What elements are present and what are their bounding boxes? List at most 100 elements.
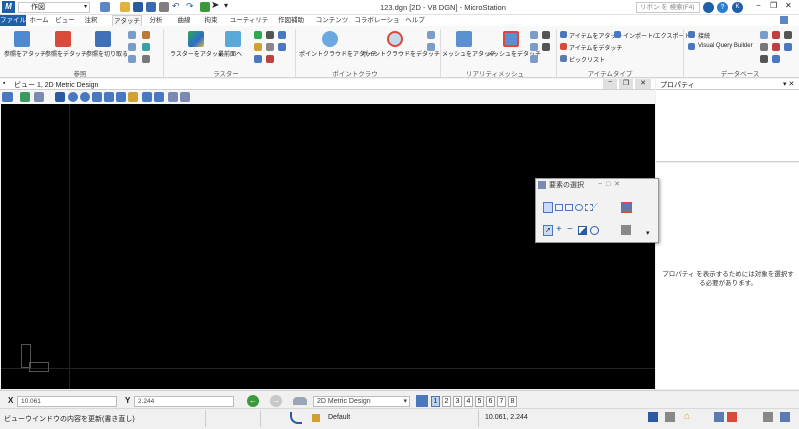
properties-panel-controls[interactable]: ▾ ✕ [783,80,794,88]
detach-item-button[interactable]: アイテムをデタッチ [569,43,622,52]
tab-home[interactable]: ホーム [28,15,50,26]
block-select-icon[interactable] [555,204,563,211]
line-drag-icon[interactable]: ⟋ [593,203,598,211]
reference-tool-icon[interactable] [128,31,136,39]
clear-selection-icon[interactable] [621,202,632,213]
reference-tool-icon[interactable] [142,55,150,63]
view-button-3[interactable]: 3 [453,396,462,407]
subtract-selection-icon[interactable]: − [567,224,573,235]
back-arrow-icon[interactable]: ← [247,395,259,407]
snap-mode-icon[interactable] [714,412,724,422]
minimize-button[interactable]: − [756,1,761,10]
view-button-7[interactable]: 7 [497,396,506,407]
raster-tool-icon[interactable] [266,43,274,51]
raster-tool-icon[interactable] [254,55,262,63]
database-tool-icon[interactable] [784,43,792,51]
select-all-icon[interactable] [590,226,599,235]
update-view-icon[interactable] [55,92,65,102]
ribbon-search-icon[interactable] [703,2,714,13]
forward-arrow-icon[interactable]: → [270,395,282,407]
selection-dialog-window-controls[interactable]: − □ ✕ [598,180,620,188]
detach-reference-button[interactable]: 参照をデタッチ [45,49,87,58]
home-icon[interactable]: ⌂ [684,411,690,422]
copy-view-icon[interactable] [168,92,178,102]
view-next-icon[interactable] [154,92,164,102]
print-icon[interactable] [159,2,169,12]
individual-select-icon[interactable] [543,202,553,213]
tab-view[interactable]: ビュー [54,15,76,26]
tab-annotate[interactable]: 注釈 [80,15,102,26]
attach-raster-button[interactable]: ラスターをアタッチ [170,49,224,58]
new-selection-icon[interactable]: ➚ [543,225,553,236]
tab-help[interactable]: ヘルプ [404,15,426,26]
view-button-4[interactable]: 4 [464,396,473,407]
message-center-icon[interactable] [763,412,773,422]
workflow-select[interactable]: 作図 ▾ [18,2,90,13]
raster-tool-icon[interactable] [266,31,274,39]
chevron-down-icon[interactable]: ▾ [224,1,228,10]
selection-options-icon[interactable] [621,225,631,235]
pin-icon[interactable] [200,2,210,12]
lock-icon[interactable] [312,414,320,422]
raster-tool-icon[interactable] [254,31,262,39]
shape-select-icon[interactable] [565,204,573,211]
clip-reference-button[interactable]: 参照を切り取る [86,49,128,58]
save-icon[interactable] [133,2,143,12]
view-button-2[interactable]: 2 [442,396,451,407]
add-selection-icon[interactable]: + [556,224,562,235]
view-groups-icon[interactable] [416,395,428,407]
undo-icon[interactable]: ↶ [172,1,180,12]
mesh-tool-icon[interactable] [542,43,550,51]
view-minimize-button[interactable]: − [603,79,617,89]
invert-selection-icon[interactable] [578,226,587,235]
point-cloud-tool-icon[interactable] [427,31,435,39]
design-history-icon[interactable] [665,412,675,422]
rotate-view-icon[interactable] [116,92,126,102]
x-coordinate-field[interactable]: 10.061 [17,396,117,407]
point-cloud-tool-icon[interactable] [427,43,435,51]
snap-toggle-icon[interactable] [727,412,737,422]
ribbon-search-input[interactable]: リボン を 検索(F4) [636,2,700,13]
notifications-icon[interactable] [780,412,790,422]
zoom-out-icon[interactable] [80,92,90,102]
view-button-5[interactable]: 5 [475,396,484,407]
mesh-tool-icon[interactable] [542,31,550,39]
bring-to-front-button[interactable]: 最前面へ [218,49,242,58]
database-tool-icon[interactable] [772,31,780,39]
view-menu-icon[interactable]: ▪ [3,80,5,87]
save-status-icon[interactable] [648,412,658,422]
import-export-button[interactable]: インポート/エクスポート [623,31,691,40]
active-level[interactable]: Default [328,414,350,421]
tab-constraints[interactable]: 拘束 [200,15,222,26]
zoom-in-icon[interactable] [68,92,78,102]
chevron-down-icon[interactable]: ▾ [646,229,650,237]
database-tool-icon[interactable] [772,43,780,51]
database-tool-icon[interactable] [772,55,780,63]
view-previous-icon[interactable] [142,92,152,102]
circle-select-icon[interactable] [575,204,583,211]
tab-analyze[interactable]: 分析 [145,15,167,26]
view-close-button[interactable]: ✕ [635,79,651,89]
close-button[interactable]: ✕ [785,1,792,10]
open-folder-icon[interactable] [120,2,130,12]
line-select-icon[interactable] [585,204,593,211]
fit-view-icon[interactable] [104,92,114,102]
mesh-tool-icon[interactable] [530,43,538,51]
tab-file[interactable]: ファイル [0,15,26,26]
pan-view-icon[interactable] [128,92,138,102]
reference-tool-icon[interactable] [142,31,150,39]
view-button-8[interactable]: 8 [508,396,517,407]
help-icon[interactable]: ? [717,2,728,13]
attach-reference-button[interactable]: 参照をアタッチ [4,49,46,58]
clip-volume-icon[interactable] [180,92,190,102]
y-coordinate-field[interactable]: 2.244 [134,396,234,407]
reference-tool-icon[interactable] [142,43,150,51]
database-tool-icon[interactable] [760,31,768,39]
view-tool-icon[interactable] [34,92,44,102]
raster-tool-icon[interactable] [278,31,286,39]
save-settings-icon[interactable] [146,2,156,12]
raster-tool-icon[interactable] [278,43,286,51]
tab-content[interactable]: コンテンツ [315,15,349,26]
tab-curves[interactable]: 曲線 [173,15,195,26]
model-icon[interactable] [293,397,307,405]
